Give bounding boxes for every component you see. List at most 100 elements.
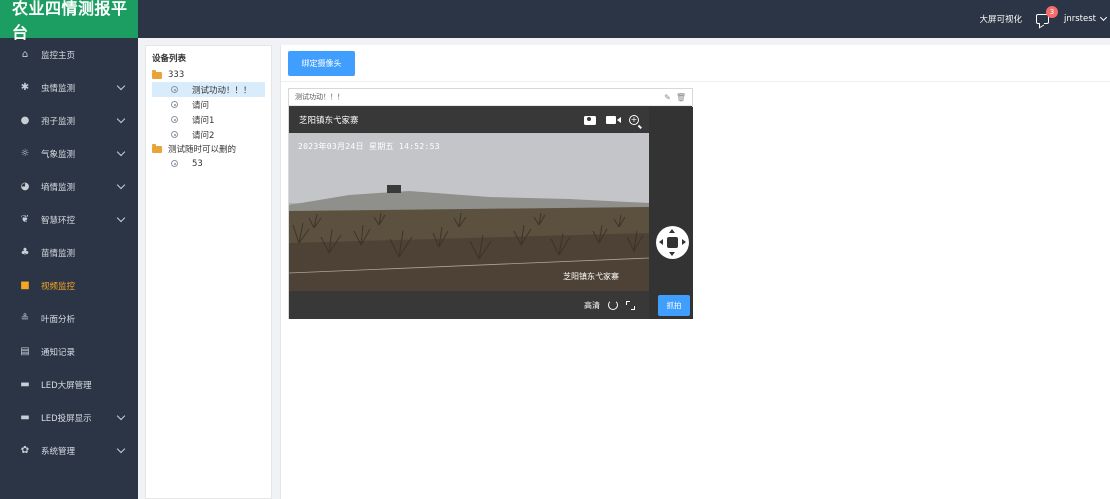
chevron-down-icon <box>116 213 126 223</box>
sidebar-item-label: LED大屏管理 <box>41 380 92 391</box>
ptz-control[interactable] <box>656 226 689 259</box>
sidebar-item-label: 苗情监测 <box>41 248 76 259</box>
camera-card-title: 测试功动！！！ <box>295 93 344 101</box>
orchard-scene <box>289 133 649 291</box>
tree-group-333[interactable]: 333 <box>152 68 265 82</box>
camera-icon <box>171 86 178 93</box>
user-menu[interactable]: jnrstest <box>1064 13 1108 24</box>
tree-device-item[interactable]: 请问 <box>152 97 265 112</box>
sidebar-item-system[interactable]: ✿ 系统管理 <box>0 434 138 467</box>
top-header: 大屏可视化 3 jnrstest <box>138 0 1110 38</box>
sidebar-item-led-cast[interactable]: ▬ LED投屏显示 <box>0 401 138 434</box>
sidebar-item-label: 虫情监测 <box>41 83 76 94</box>
snapshot-icon[interactable] <box>584 115 596 125</box>
ptz-center <box>667 237 678 248</box>
sidebar-item-video[interactable]: ■ 视频监控 <box>0 269 138 302</box>
sidebar-item-leaf-analysis[interactable]: ≗ 叶面分析 <box>0 302 138 335</box>
ptz-left-icon[interactable] <box>659 239 663 245</box>
sidebar-item-label: 墒情监测 <box>41 182 76 193</box>
video-tools: + <box>584 115 639 125</box>
video-icon: ■ <box>20 280 30 291</box>
tree-device-label: 请问 <box>192 100 210 111</box>
monitor-icon: ▬ <box>20 412 30 423</box>
sidebar-item-label: 叶面分析 <box>41 314 76 325</box>
monitor-icon: ▬ <box>20 379 30 390</box>
sidebar-item-pest[interactable]: ✱ 虫情监测 <box>0 71 138 104</box>
sidebar-item-env-control[interactable]: ❦ 智慧环控 <box>0 203 138 236</box>
gear-icon: ✿ <box>20 445 30 456</box>
edit-icon[interactable]: ✎ <box>664 93 671 102</box>
camera-icon <box>171 131 178 138</box>
delete-icon[interactable]: 🗑 <box>676 93 686 102</box>
quality-toggle[interactable]: 高清 <box>584 300 600 311</box>
folder-icon <box>152 69 162 79</box>
sidebar-item-label: 气象监测 <box>41 149 76 160</box>
chevron-down-icon <box>116 81 126 91</box>
username: jnrstest <box>1064 14 1096 24</box>
camera-card-actions: ✎ 🗑 <box>659 93 686 102</box>
message-badge: 3 <box>1046 6 1058 18</box>
capture-button[interactable]: 抓拍 <box>658 295 690 316</box>
video-title: 芝阳镇东弋家寨 <box>299 116 359 126</box>
divider <box>281 81 1110 82</box>
app-root: 农业四情测报平台 ⌂ 监控主页 ✱ 虫情监测 ● 孢子监测 ☼ 气象监测 ◕ 墒… <box>0 0 1110 499</box>
sidebar-item-label: 系统管理 <box>41 446 76 457</box>
sidebar-item-led-manage[interactable]: ▬ LED大屏管理 <box>0 368 138 401</box>
tree-device-item[interactable]: 请问2 <box>152 127 265 142</box>
notice-icon: ▤ <box>20 346 30 357</box>
home-icon: ⌂ <box>21 49 29 60</box>
bigscreen-link[interactable]: 大屏可视化 <box>979 13 1022 25</box>
ptz-up-icon[interactable] <box>669 229 675 233</box>
sidebar-item-label: 监控主页 <box>41 50 76 61</box>
tree-device-item[interactable]: 测试功动！！！ <box>152 82 265 97</box>
sidebar-item-seedling[interactable]: ♣ 苗情监测 <box>0 236 138 269</box>
seedling-icon: ♣ <box>20 247 30 258</box>
tree-device-label: 53 <box>192 158 203 169</box>
chevron-down-icon <box>116 411 126 421</box>
chevron-down-icon <box>1099 13 1108 22</box>
leaf-analysis-icon: ≗ <box>20 313 30 324</box>
zoom-in-icon[interactable]: + <box>629 115 639 125</box>
ptz-right-icon[interactable] <box>682 239 686 245</box>
tree-device-label: 测试功动！！！ <box>192 85 252 96</box>
sidebar-item-label: 通知记录 <box>41 347 76 358</box>
sidebar-item-label: LED投屏显示 <box>41 413 92 424</box>
folder-icon <box>152 143 162 153</box>
osd-timestamp: 2023年03月24日 星期五 14:52:53 <box>298 142 440 151</box>
bind-camera-button[interactable]: 绑定摄像头 <box>288 51 355 76</box>
sidebar-menu: ⌂ 监控主页 ✱ 虫情监测 ● 孢子监测 ☼ 气象监测 ◕ 墒情监测 ❦ 智慧环… <box>0 38 138 467</box>
tree-group-label: 测试随时可以删的 <box>168 145 237 155</box>
ptz-down-icon[interactable] <box>669 252 675 256</box>
chevron-down-icon <box>116 180 126 190</box>
camera-icon <box>171 101 178 108</box>
tree-device-label: 请问1 <box>192 115 215 126</box>
video-controls: 高清 <box>289 291 649 319</box>
ptz-panel <box>649 107 693 319</box>
leaf-icon: ❦ <box>20 214 30 225</box>
playback-icon[interactable] <box>608 300 618 310</box>
sidebar-item-soil[interactable]: ◕ 墒情监测 <box>0 170 138 203</box>
tree-device-item[interactable]: 请问1 <box>152 112 265 127</box>
sidebar-item-notice[interactable]: ▤ 通知记录 <box>0 335 138 368</box>
sidebar-item-home[interactable]: ⌂ 监控主页 <box>0 38 138 71</box>
sidebar-item-label: 视频监控 <box>41 281 76 292</box>
video-toolbar: 芝阳镇东弋家寨 + <box>289 107 649 133</box>
sidebar-item-weather[interactable]: ☼ 气象监测 <box>0 137 138 170</box>
record-icon[interactable] <box>606 116 621 124</box>
camera-icon <box>171 116 178 123</box>
tree-group-deletable[interactable]: 测试随时可以删的 <box>152 142 265 156</box>
chevron-down-icon <box>116 444 126 454</box>
tree-device-item[interactable]: 53 <box>152 156 265 171</box>
weather-icon: ☼ <box>20 148 30 159</box>
video-stream[interactable]: 2023年03月24日 星期五 14:52:53 芝阳镇东弋家寨 <box>289 133 649 291</box>
camera-card: 测试功动！！！ ✎ 🗑 芝阳镇东弋家寨 + 2023年03月24日 星期五 14… <box>288 88 693 319</box>
panel-title: 设备列表 <box>152 54 187 64</box>
tree-device-label: 请问2 <box>192 130 215 141</box>
camera-card-header: 测试功动！！！ ✎ 🗑 <box>289 89 692 106</box>
sidebar: 农业四情测报平台 ⌂ 监控主页 ✱ 虫情监测 ● 孢子监测 ☼ 气象监测 ◕ 墒… <box>0 0 138 499</box>
message-button[interactable]: 3 <box>1036 6 1058 26</box>
sidebar-item-spore[interactable]: ● 孢子监测 <box>0 104 138 137</box>
fullscreen-icon[interactable] <box>626 300 635 310</box>
camera-icon <box>171 160 178 167</box>
sidebar-item-label: 孢子监测 <box>41 116 76 127</box>
